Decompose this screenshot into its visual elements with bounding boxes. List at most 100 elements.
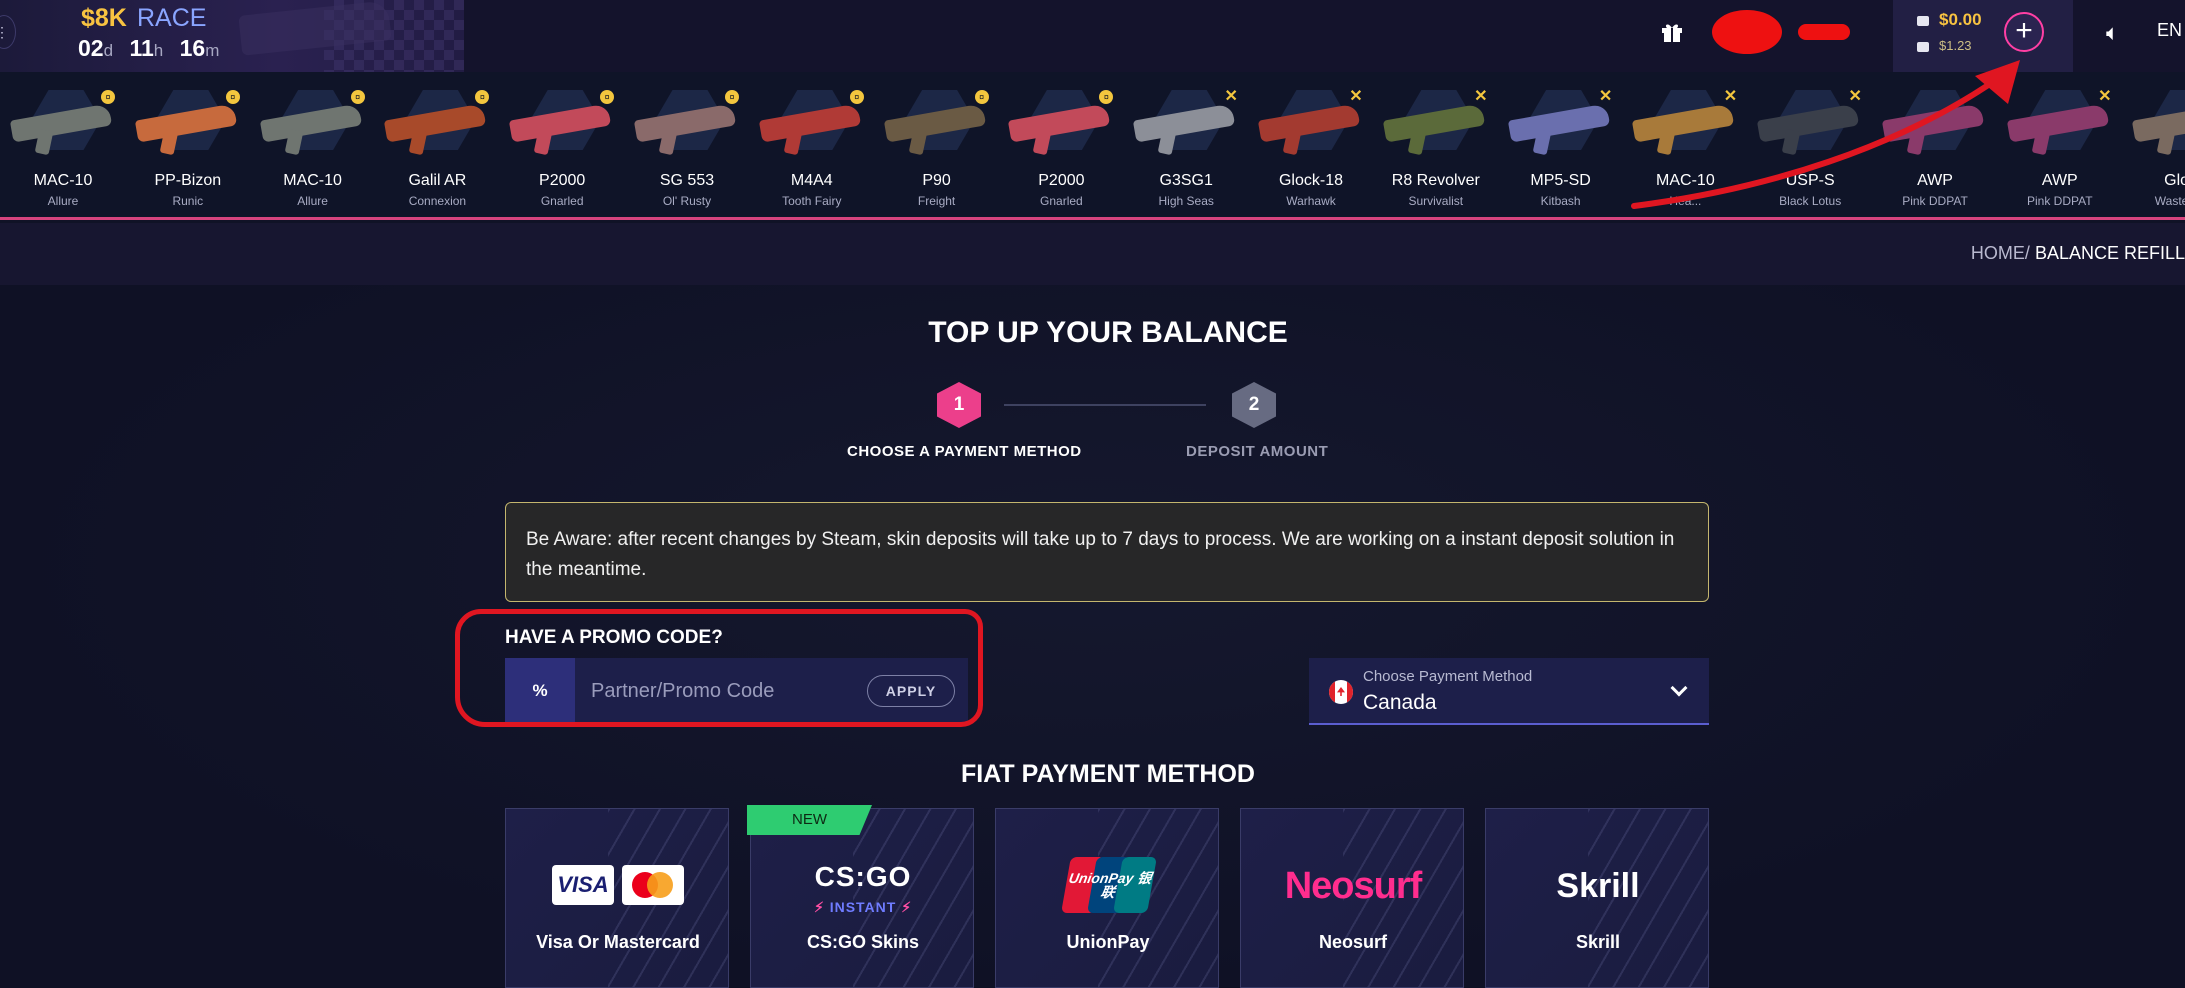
coin-icon: ¤ xyxy=(849,90,864,104)
drop-item[interactable]: ¤ P2000 Gnarled xyxy=(999,72,1123,217)
instant-tag: ⚡︎ INSTANT ⚡︎ xyxy=(813,899,913,915)
coin-icon: ¤ xyxy=(1099,90,1114,104)
payment-select-value: Canada xyxy=(1363,691,1437,714)
payment-method-select[interactable]: Choose Payment Method Canada xyxy=(1309,658,1709,725)
drop-skin-name: Allure xyxy=(297,194,328,208)
swords-icon: ✕ xyxy=(1723,88,1738,105)
breadcrumb: HOME/ BALANCE REFILL xyxy=(1971,243,2185,264)
method-name: Neosurf xyxy=(1318,932,1387,952)
drop-skin-name: Allure xyxy=(47,194,79,208)
method-card-visa-mastercard[interactable]: VISA Visa Or Mastercard xyxy=(505,808,729,988)
drop-weapon-name: M4A4 xyxy=(790,172,833,189)
coin-icon: ¤ xyxy=(725,90,739,104)
method-card-csgo-skins[interactable]: CS:GO ⚡︎ INSTANT ⚡︎ CS:GO Skins xyxy=(750,808,974,988)
language-selector[interactable]: EN xyxy=(2157,20,2182,41)
drop-skin-name: Black Lotus xyxy=(1779,194,1842,208)
username[interactable] xyxy=(1798,24,1850,40)
visa-logo-icon: VISA xyxy=(552,865,614,905)
drop-weapon-name: PP-Bizon xyxy=(154,172,222,189)
breadcrumb-band: HOME/ BALANCE REFILL xyxy=(0,223,2185,285)
drop-item[interactable]: ¤ PP-Bizon Runic xyxy=(126,72,250,217)
drop-weapon-name: MAC-10 xyxy=(33,172,93,189)
method-card-neosurf[interactable]: Neosurf Neosurf xyxy=(1240,808,1464,988)
drop-item[interactable]: ¤ P90 Freight xyxy=(875,72,999,217)
avatar[interactable] xyxy=(1712,10,1782,54)
drop-item[interactable]: ✕ AWP Pink DDPAT xyxy=(1998,72,2122,217)
method-card-skrill[interactable]: Skrill Skrill xyxy=(1485,808,1709,988)
race-prize-amount: $8K xyxy=(81,4,127,32)
mastercard-logo-icon xyxy=(622,865,684,905)
balance-sub: $1.23 xyxy=(1917,38,1972,53)
step-2-label: DEPOSIT AMOUNT xyxy=(1186,443,1329,460)
drop-weapon-name: P90 xyxy=(922,172,951,189)
race-timer: 02d 11h 16m xyxy=(78,35,220,61)
drop-item[interactable]: ✕ G3SG1 High Seas xyxy=(1124,72,1248,217)
steam-notice: Be Aware: after recent changes by Steam,… xyxy=(505,502,1709,602)
swords-icon: ✕ xyxy=(1848,88,1862,105)
coin-icon: ¤ xyxy=(475,90,490,104)
drop-item[interactable]: ¤ SG 553 Ol' Rusty xyxy=(625,72,749,217)
method-card-unionpay[interactable]: UnionPay 银联 UnionPay xyxy=(995,808,1219,988)
drop-weapon-name: Glock-18 xyxy=(1278,172,1344,189)
drop-weapon-name: P2000 xyxy=(539,172,586,189)
coin-icon: ¤ xyxy=(225,90,240,104)
drop-item[interactable]: ✕ Glock-18 Warhawk xyxy=(1249,72,1373,217)
swords-icon: ✕ xyxy=(2098,88,2112,105)
live-drops-strip: ¤ MAC-10 Allure ¤ PP-Bizon Runic ¤ MAC-10 Allure… xyxy=(0,72,2185,220)
drop-skin-name: Wastelan... xyxy=(2154,194,2185,208)
menu-icon[interactable]: ⋮ xyxy=(0,15,16,49)
drop-skin-name: High Seas xyxy=(1158,194,1214,208)
gift-icon[interactable] xyxy=(1660,20,1684,44)
weapon-grip xyxy=(1033,128,1052,156)
method-name: Visa Or Mastercard xyxy=(536,932,700,952)
drop-item[interactable]: ✕ USP-S Black Lotus xyxy=(1748,72,1872,217)
neosurf-logo-icon: Neosurf xyxy=(1284,865,1423,907)
fiat-section-title: FIAT PAYMENT METHOD xyxy=(961,760,1255,788)
drop-item[interactable]: ¤ Galil AR Connexion xyxy=(375,72,499,217)
annotation-oval xyxy=(455,609,983,727)
drop-item[interactable]: Glock Wastelan... xyxy=(2123,72,2185,217)
skrill-logo-icon: Skrill xyxy=(1556,867,1640,905)
page-title: TOP UP YOUR BALANCE xyxy=(928,316,1288,349)
drop-item[interactable]: ¤ MAC-10 Allure xyxy=(1,72,125,217)
drop-weapon-name: P2000 xyxy=(1038,172,1085,189)
swords-icon: ✕ xyxy=(1224,88,1238,105)
drop-weapon-name: Galil AR xyxy=(408,172,467,189)
payment-select-label: Choose Payment Method xyxy=(1363,668,1533,685)
drop-item[interactable]: ✕ R8 Revolver Survivalist xyxy=(1374,72,1498,217)
gun-icon xyxy=(1917,41,1929,52)
drop-skin-name: Connexion xyxy=(408,194,467,208)
drop-weapon-name: Glock xyxy=(2164,172,2185,189)
drop-item[interactable]: ¤ MAC-10 Allure xyxy=(251,72,375,217)
wallet-icon xyxy=(1917,15,1929,26)
swords-icon: ✕ xyxy=(1349,88,1363,105)
weapon-grip xyxy=(1657,128,1676,156)
coin-icon: ¤ xyxy=(350,90,365,104)
balance-panel: $0.00 $1.23 + xyxy=(1893,0,2073,72)
breadcrumb-home[interactable]: HOME xyxy=(1971,243,2025,263)
race-banner[interactable]: ⋮ $8K RACE 02d 11h 16m xyxy=(0,0,464,72)
add-funds-button[interactable]: + xyxy=(2004,12,2044,52)
coin-icon: ¤ xyxy=(600,90,615,104)
drop-weapon-name: USP-S xyxy=(1785,172,1835,189)
drop-skin-name: Kitbash xyxy=(1540,194,1581,208)
drop-item[interactable]: AWP Pink DDPAT xyxy=(1873,72,1997,217)
weapon-grip xyxy=(1781,128,1801,156)
drop-weapon-name: MP5-SD xyxy=(1530,172,1591,189)
drop-skin-name: Survivalist xyxy=(1408,194,1464,208)
coin-icon: ¤ xyxy=(101,90,115,104)
drop-item[interactable]: ✕ MP5-SD Kitbash xyxy=(1499,72,1623,217)
drop-item[interactable]: ¤ P2000 Gnarled xyxy=(500,72,624,217)
drop-weapon-name: SG 553 xyxy=(659,172,715,189)
drop-item[interactable]: ✕ MAC-10 Hea... xyxy=(1623,72,1747,217)
new-badge: NEW xyxy=(747,805,872,835)
drop-weapon-name: MAC-10 xyxy=(1656,172,1715,189)
weapon-grip xyxy=(1157,128,1177,156)
sound-icon[interactable]: 🔈︎ xyxy=(2106,20,2119,46)
drop-skin-name: Gnarled xyxy=(1040,194,1083,208)
canada-flag-icon xyxy=(1329,680,1353,704)
drop-item[interactable]: ¤ M4A4 Tooth Fairy xyxy=(750,72,874,217)
method-name: UnionPay xyxy=(1066,932,1150,952)
drop-skin-name: Pink DDPAT xyxy=(1902,194,1968,208)
method-name: Skrill xyxy=(1575,932,1621,952)
